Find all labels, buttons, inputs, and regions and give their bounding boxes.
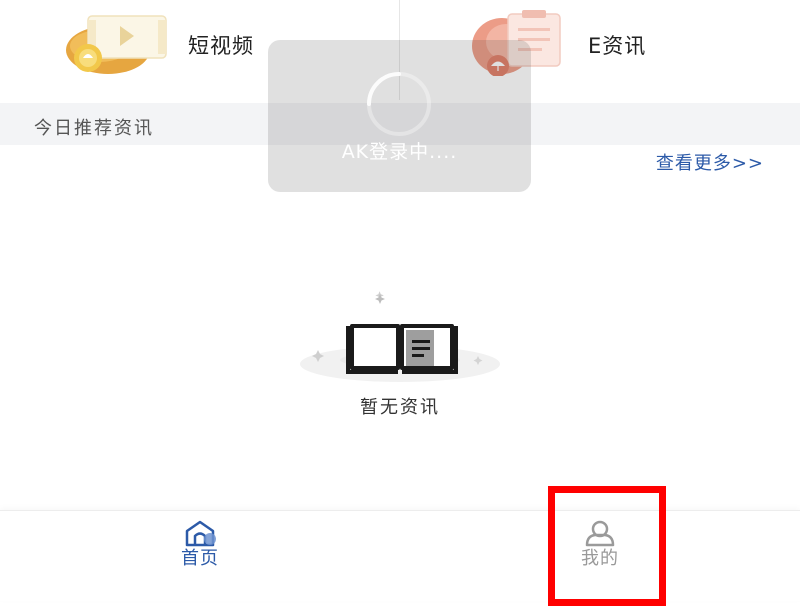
empty-state: 暂无资讯 — [290, 290, 510, 430]
tab-home-label: 首页 — [181, 548, 219, 569]
video-card-icon — [58, 6, 168, 80]
tab-mine-label: 我的 — [581, 548, 619, 569]
tab-mine[interactable]: 我的 — [540, 511, 660, 601]
empty-message: 暂无资讯 — [360, 397, 440, 418]
bottom-tab-bar: 首页 我的 — [0, 510, 800, 601]
spinner-icon — [363, 68, 435, 144]
tab-home[interactable]: 首页 — [140, 511, 260, 601]
view-more-link[interactable]: 查看更多>> — [656, 149, 764, 175]
open-book-icon — [290, 290, 510, 394]
loading-text: AK登录中.... — [341, 141, 458, 163]
section-title: 今日推荐资讯 — [34, 118, 154, 139]
e-news-label: E资讯 — [588, 34, 647, 58]
loading-toast: AK登录中.... — [268, 40, 531, 192]
short-video-label: 短视频 — [188, 34, 254, 58]
